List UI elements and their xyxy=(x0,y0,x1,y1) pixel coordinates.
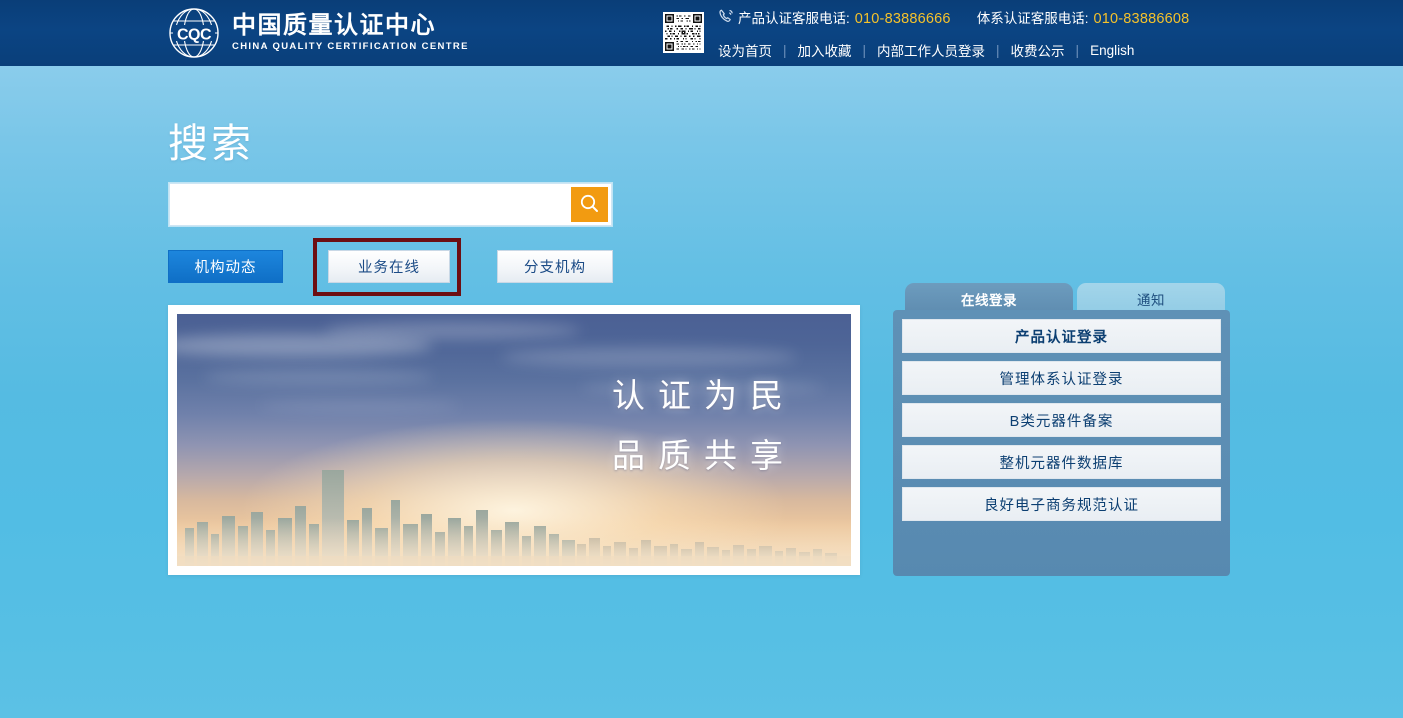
login-button-ecommerce-certification[interactable]: 良好电子商务规范认证 xyxy=(902,487,1221,521)
header-links: 设为首页 | 加入收藏 | 内部工作人员登录 | 收费公示 | English xyxy=(718,40,1378,60)
logo-text: 中国质量认证中心 CHINA QUALITY CERTIFICATION CEN… xyxy=(232,12,469,55)
link-separator: | xyxy=(996,43,1000,58)
banner-image: 认证为民 品质共享 xyxy=(177,314,851,566)
link-set-homepage[interactable]: 设为首页 xyxy=(718,40,772,60)
header-right-block: 产品认证客服电话: 010-83886666 体系认证客服电话: 010-838… xyxy=(718,8,1378,60)
cqc-globe-logo-icon: CQC xyxy=(168,7,220,59)
tab-institution-news[interactable]: 机构动态 xyxy=(168,250,283,283)
link-staff-login[interactable]: 内部工作人员登录 xyxy=(877,40,985,60)
logo-name-en: CHINA QUALITY CERTIFICATION CENTRE xyxy=(232,40,469,53)
contact-phones: 产品认证客服电话: 010-83886666 体系认证客服电话: 010-838… xyxy=(718,8,1378,30)
tab-business-online[interactable]: 业务在线 xyxy=(328,250,450,283)
site-logo[interactable]: CQC 中国质量认证中心 CHINA QUALITY CERTIFICATION… xyxy=(168,7,469,59)
banner-slogan-line-1: 认证为民 xyxy=(612,366,796,426)
panel-body: 产品认证登录 管理体系认证登录 B类元器件备案 整机元器件数据库 良好电子商务规… xyxy=(893,310,1230,576)
qr-code-image xyxy=(663,12,704,53)
login-button-class-b-component-filing[interactable]: B类元器件备案 xyxy=(902,403,1221,437)
phone-icon xyxy=(718,8,734,30)
banner-slogan: 认证为民 品质共享 xyxy=(612,366,796,486)
login-button-product-certification[interactable]: 产品认证登录 xyxy=(902,319,1221,353)
link-add-favorite[interactable]: 加入收藏 xyxy=(798,40,852,60)
product-cert-phone-number: 010-83886666 xyxy=(855,9,951,29)
search-button[interactable] xyxy=(571,187,608,222)
page-title: 搜索 xyxy=(168,119,254,169)
tab-branch-offices[interactable]: 分支机构 xyxy=(497,250,613,283)
login-button-management-system-certification[interactable]: 管理体系认证登录 xyxy=(902,361,1221,395)
banner-slogan-line-2: 品质共享 xyxy=(612,426,796,486)
logo-name-cn: 中国质量认证中心 xyxy=(232,12,469,40)
product-cert-phone-label: 产品认证客服电话: xyxy=(738,9,850,29)
login-button-component-database[interactable]: 整机元器件数据库 xyxy=(902,445,1221,479)
link-fee-disclosure[interactable]: 收费公示 xyxy=(1011,40,1065,60)
search-icon xyxy=(579,193,600,217)
search-box xyxy=(169,183,612,226)
link-english[interactable]: English xyxy=(1090,43,1134,58)
link-separator: | xyxy=(1076,43,1080,58)
link-separator: | xyxy=(863,43,867,58)
svg-text:CQC: CQC xyxy=(177,27,212,44)
system-cert-phone-label: 体系认证客服电话: xyxy=(977,9,1089,29)
search-input[interactable] xyxy=(170,185,571,224)
site-header: CQC 中国质量认证中心 CHINA QUALITY CERTIFICATION… xyxy=(0,0,1403,66)
promo-banner[interactable]: 认证为民 品质共享 xyxy=(168,305,860,575)
online-login-panel: 在线登录 通知 产品认证登录 管理体系认证登录 B类元器件备案 整机元器件数据库… xyxy=(893,283,1230,576)
system-cert-phone-number: 010-83886608 xyxy=(1093,9,1189,29)
link-separator: | xyxy=(783,43,787,58)
